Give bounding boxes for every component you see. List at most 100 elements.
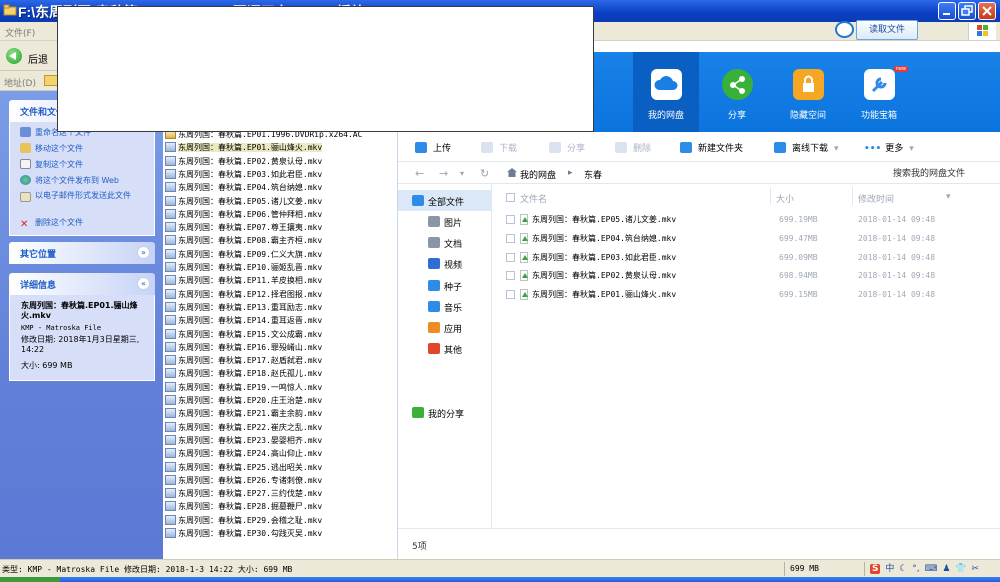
table-row[interactable]: 东周列国：春秋篇.EP03.如此君臣.mkv 699.09MB 2018-01-14… [492,249,1000,268]
file-list-item[interactable]: 东周列国：春秋篇.EP22.崔庆之乱.mkv [165,421,397,434]
table-row[interactable]: 东周列国：春秋篇.EP01.骊山烽火.mkv 699.15MB 2018-01-14… [492,286,1000,305]
file-list-item[interactable]: 东周列国：春秋篇.EP24.高山仰止.mkv [165,447,397,460]
moon-icon[interactable]: ☾ [899,564,907,574]
row-checkbox[interactable] [506,215,515,224]
file-list-item[interactable]: 东周列国：春秋篇.EP30.勾践灭吴.mkv [165,527,397,540]
chevron-down-icon[interactable]: » [137,246,150,259]
file-list-item[interactable]: 东周列国：春秋篇.EP19.一鸣惊人.mkv [165,381,397,394]
row-checkbox[interactable] [506,271,515,281]
nav-share[interactable]: 分享 [704,52,770,132]
task-publish-web[interactable]: 将这个文件发布到 Web [20,175,119,186]
details-header[interactable]: 详细信息 « [9,273,155,295]
back-arrow-icon[interactable]: ← [415,167,424,180]
file-list-item[interactable]: 东周列国：春秋篇.EP01.骊山烽火.mkv [165,141,397,154]
sidebar-item-music[interactable]: 音乐 [398,296,492,317]
punctuation-icon[interactable]: °, [912,564,919,574]
start-button[interactable] [0,577,60,582]
file-list-item[interactable]: 东周列国：春秋篇.EP29.会稽之耻.mkv [165,514,397,527]
file-list-item[interactable]: 东周列国：春秋篇.EP13.重耳励志.mkv [165,301,397,314]
keyboard-icon[interactable]: ⌨ [924,564,937,574]
file-list-item[interactable]: 东周列国：春秋篇.EP09.仁义大旗.mkv [165,248,397,261]
file-list-item[interactable]: 东周列国：春秋篇.EP08.霸主齐桓.mkv [165,234,397,247]
file-list-item[interactable]: 东周列国：春秋篇.EP26.专诸刺僚.mkv [165,474,397,487]
nav-my-pan[interactable]: 我的网盘 [633,52,699,132]
file-list-item[interactable]: 东周列国：春秋篇.EP28.掘墓鞭尸.mkv [165,500,397,513]
chinese-mode-icon[interactable]: 中 [885,561,894,574]
task-email[interactable]: 以电子邮件形式发送此文件 [20,191,144,202]
download-button[interactable]: 下载 [481,141,517,154]
file-list-item[interactable]: 东周列国：春秋篇.EP18.赵氏孤儿.mkv [165,367,397,380]
sidebar-item-images[interactable]: 图片 [398,211,492,232]
chevron-up-icon[interactable]: « [137,277,150,290]
sort-arrow-icon[interactable]: ▾ [946,192,951,202]
file-list-item[interactable]: 东周列国：春秋篇.EP21.霸主余韵.mkv [165,407,397,420]
offline-download-button[interactable]: 离线下载 ▾ [774,141,839,154]
sidebar-item-all-files[interactable]: 全部文件 [398,190,492,211]
sidebar-item-others[interactable]: 其他 [398,338,492,359]
file-list-item[interactable]: 东周列国：春秋篇.EP05.诸儿文姜.mkv [165,195,397,208]
search-input[interactable]: 搜索我的网盘文件 [893,166,965,179]
minimize-button[interactable] [938,2,956,20]
row-file-name[interactable]: 东周列国：春秋篇.EP05.诸儿文姜.mkv [532,214,676,225]
more-button[interactable]: ••• 更多 ▾ [864,141,914,154]
sidebar-item-apps[interactable]: 应用 [398,317,492,338]
delete-button[interactable]: 删除 [615,141,651,154]
file-list-item[interactable]: 东周列国：春秋篇.EP07.尊王攘夷.mkv [165,221,397,234]
shirt-icon[interactable]: 👕 [955,564,966,574]
row-file-name[interactable]: 东周列国：春秋篇.EP02.黄泉认母.mkv [532,270,676,281]
file-list-item[interactable]: 东周列国：春秋篇.EP11.羊皮换相.mkv [165,274,397,287]
row-file-name[interactable]: 东周列国：春秋篇.EP04.筑台纳媳.mkv [532,233,676,244]
file-list-item[interactable]: 东周列国：春秋篇.EP16.罪殁崤山.mkv [165,341,397,354]
row-file-name[interactable]: 东周列国：春秋篇.EP03.如此君臣.mkv [532,252,676,263]
table-row[interactable]: 东周列国：春秋篇.EP02.黄泉认母.mkv 698.94MB 2018-01-14… [492,267,1000,286]
file-list-item[interactable]: 东周列国：春秋篇.EP15.文公成霸.mkv [165,328,397,341]
row-checkbox[interactable] [506,233,515,243]
upload-button[interactable]: 上传 [415,141,451,154]
breadcrumb-current[interactable]: 东春 [584,168,602,181]
task-move[interactable]: 移动这个文件 [20,143,83,154]
read-file-button[interactable]: 读取文件 [856,20,918,40]
file-list-item[interactable]: 东周列国：春秋篇.EP17.赵盾弑君.mkv [165,354,397,367]
nav-toolbox[interactable]: new 功能宝箱 [846,52,912,132]
new-folder-button[interactable]: 新建文件夹 [680,141,743,154]
file-list-item[interactable]: 东周列国：春秋篇.EP23.晏婴相齐.mkv [165,434,397,447]
refresh-icon[interactable]: ↻ [480,167,489,180]
back-button[interactable]: 后退 [4,45,64,67]
sidebar-item-documents[interactable]: 文档 [398,232,492,253]
file-list-item[interactable]: 东周列国：春秋篇.EP12.择君图报.mkv [165,288,397,301]
file-list-item[interactable]: 东周列国：春秋篇.EP02.黄泉认母.mkv [165,155,397,168]
sidebar-item-torrents[interactable]: 种子 [398,275,492,296]
file-list-item[interactable]: 东周列国：春秋篇.EP20.庄王治楚.mkv [165,394,397,407]
home-icon[interactable] [507,168,517,177]
nav-hidden-space[interactable]: 隐藏空间 [775,52,841,132]
col-name-header[interactable]: 文件名 [520,192,547,205]
table-row[interactable]: 东周列国：春秋篇.EP04.筑台纳媳.mkv 699.47MB 2018-01-14… [492,230,1000,249]
user-icon[interactable]: ♟ [942,564,950,574]
file-list-item[interactable]: 东周列国：春秋篇.EP25.逃出昭关.mkv [165,461,397,474]
col-size-header[interactable]: 大小 [776,192,794,205]
forward-arrow-icon[interactable]: → [439,167,448,180]
file-list-item[interactable]: 东周列国：春秋篇.EP06.管仲拜相.mkv [165,208,397,221]
close-button[interactable] [978,2,996,20]
breadcrumb-root[interactable]: 我的网盘 [520,168,556,181]
sidebar-item-my-shares[interactable]: 我的分享 [398,402,492,423]
file-list-item[interactable]: 东周列国：春秋篇.EP03.如此君臣.mkv [165,168,397,181]
file-list-item[interactable]: 东周列国：春秋篇.EP27.三约伐楚.mkv [165,487,397,500]
tools-icon[interactable]: ✂ [971,564,979,574]
table-row[interactable]: 东周列国：春秋篇.EP05.诸儿文姜.mkv 699.19MB 2018-01-14… [492,211,1000,230]
menu-file[interactable]: 文件(F) [5,26,35,39]
file-list-item[interactable]: 东周列国：春秋篇.EP14.重耳返晋.mkv [165,314,397,327]
row-checkbox[interactable] [506,290,515,300]
task-delete[interactable]: ✕ 删除这个文件 [20,217,83,230]
file-list-item[interactable]: 东周列国：春秋篇.EP04.筑台纳媳.mkv [165,181,397,194]
other-places-header[interactable]: 其它位置 » [9,242,155,264]
dropdown-arrow-icon[interactable]: ▾ [460,169,464,178]
row-checkbox[interactable] [506,252,515,262]
file-list-item[interactable]: 东周列国：春秋篇.EP10.骊姬乱晋.mkv [165,261,397,274]
task-copy[interactable]: 复制这个文件 [20,159,83,170]
row-file-name[interactable]: 东周列国：春秋篇.EP01.骊山烽火.mkv [532,289,676,300]
select-all-checkbox[interactable] [506,193,515,202]
sogou-ime-icon[interactable]: S [870,564,881,574]
maximize-button[interactable] [958,2,976,20]
share-button[interactable]: 分享 [549,141,585,154]
